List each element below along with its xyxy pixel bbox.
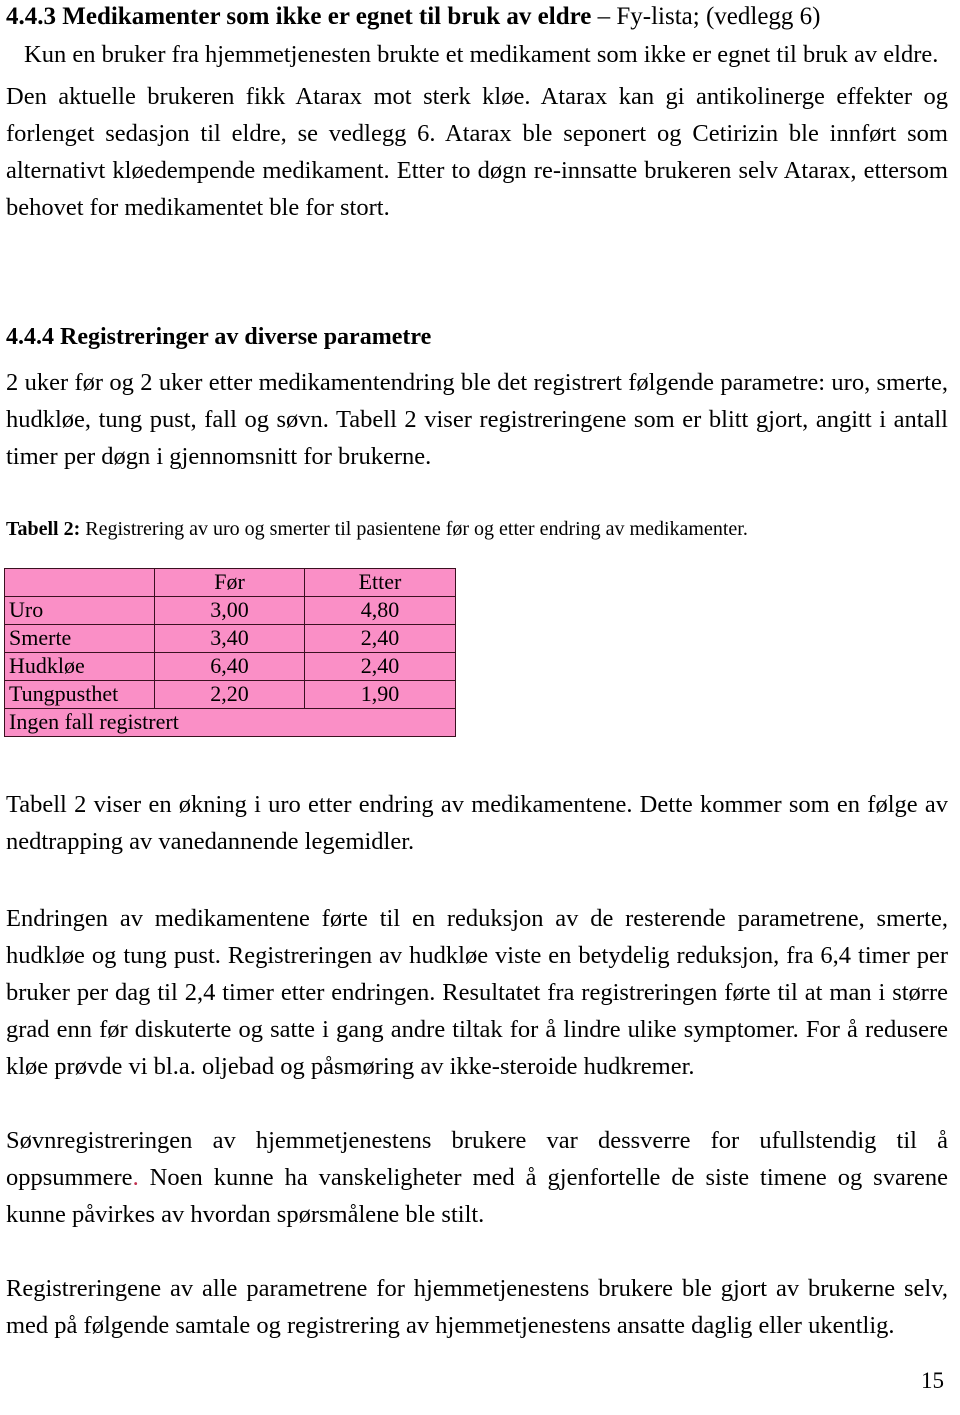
paragraph-okning-uro: Tabell 2 viser en økning i uro etter end… (6, 791, 948, 855)
document-page: 4.4.3 Medikamenter som ikke er egnet til… (0, 0, 960, 1415)
table-cell-uro-for: 3,00 (154, 596, 305, 625)
section-heading-4-4-4: 4.4.4 Registreringer av diverse parametr… (6, 324, 432, 350)
table-cell-tungpusthet-etter: 1,90 (304, 680, 456, 709)
table-caption-text: Registrering av uro og smerter til pasie… (80, 518, 748, 540)
section-heading-4-4-3-suffix: – Fy-lista; (vedlegg 6) (591, 3, 821, 30)
section-heading-4-4-3: 4.4.3 Medikamenter som ikke er egnet til… (6, 2, 821, 32)
table-wrapper: Før Etter Uro 3,00 4,80 Smerte 3,40 2,40… (4, 568, 456, 737)
paragraph-sovnregistrering: Søvnregistreringen av hjemmetjenestens b… (6, 1122, 948, 1233)
page-number: 15 (921, 1368, 944, 1393)
table-header-blank (4, 568, 155, 597)
table-footer-row: Ingen fall registrert (4, 708, 456, 737)
paragraph-registreringene-gjort-av: Registreringene av alle parametrene for … (6, 1275, 948, 1339)
table-row: Uro 3,00 4,80 (4, 596, 456, 625)
paragraph-reduksjon-parametre: Endringen av medikamentene førte til en … (6, 905, 948, 1080)
table-caption-label: Tabell 2: (6, 518, 81, 540)
table-cell-smerte-etter: 2,40 (304, 624, 456, 653)
table-cell-smerte-for: 3,40 (154, 624, 305, 653)
table-header-etter: Etter (304, 568, 456, 597)
table-header-row: Før Etter (4, 568, 456, 597)
table-row: Hudkløe 6,40 2,40 (4, 652, 456, 681)
table-cell-hudkloe-etter: 2,40 (304, 652, 456, 681)
table-row-label-uro: Uro (4, 596, 155, 625)
paragraph-atarax-case: Den aktuelle brukeren fikk Atarax mot st… (6, 83, 948, 221)
table-caption: Tabell 2: Registrering av uro og smerter… (6, 516, 946, 542)
registrering-table: Før Etter Uro 3,00 4,80 Smerte 3,40 2,40… (4, 568, 456, 737)
table-row-label-smerte: Smerte (4, 624, 155, 653)
section-heading-4-4-3-bold: 4.4.3 Medikamenter som ikke er egnet til… (6, 3, 592, 30)
table-row-label-hudkloe: Hudkløe (4, 652, 155, 681)
table-cell-tungpusthet-for: 2,20 (154, 680, 305, 709)
table-header-for: Før (154, 568, 305, 597)
table-footer-note: Ingen fall registrert (4, 708, 456, 737)
table-cell-hudkloe-for: 6,40 (154, 652, 305, 681)
table-cell-uro-etter: 4,80 (304, 596, 456, 625)
paragraph-registrering-parametre: 2 uker før og 2 uker etter medikamentend… (6, 369, 948, 470)
paragraph-intro-medikament: Kun en bruker fra hjemmetjenesten brukte… (24, 41, 939, 68)
table-row: Tungpusthet 2,20 1,90 (4, 680, 456, 709)
table-row: Smerte 3,40 2,40 (4, 624, 456, 653)
paragraph-sovnregistrering-part2: Noen kunne ha vanskeligheter med å gjenf… (6, 1164, 948, 1228)
table-row-label-tungpusthet: Tungpusthet (4, 680, 155, 709)
